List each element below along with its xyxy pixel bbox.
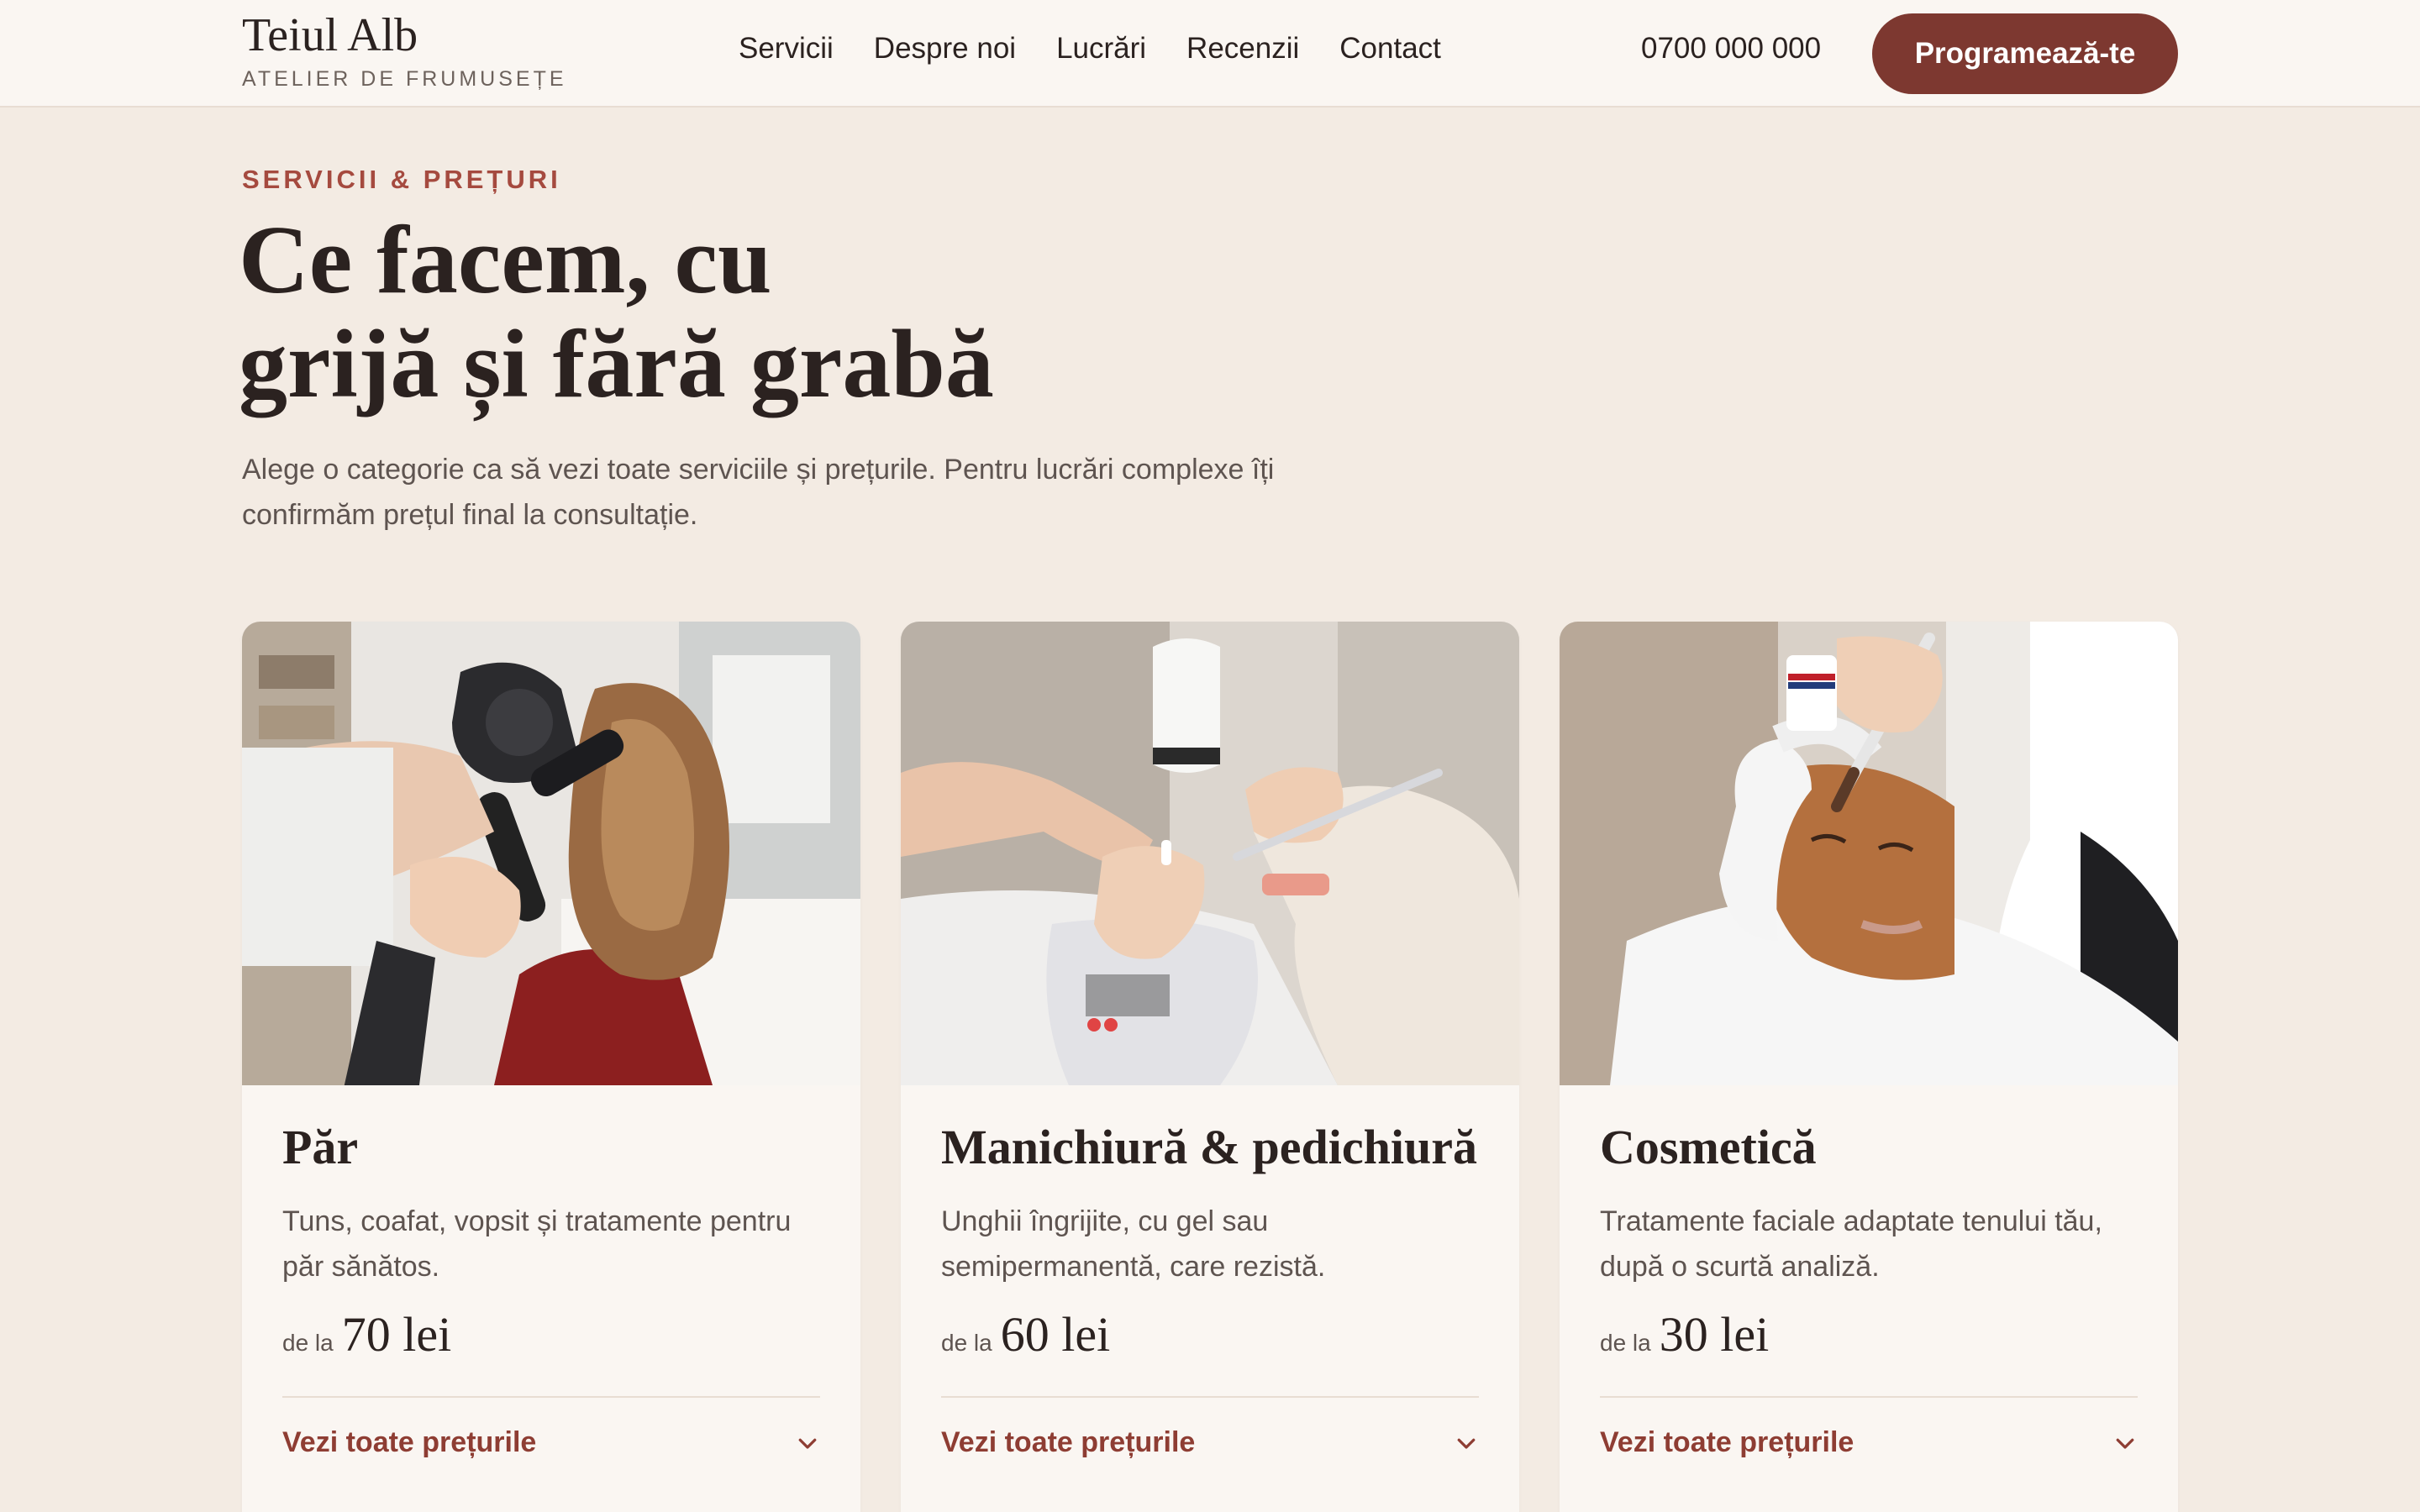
- nav-item-contact[interactable]: Contact: [1339, 32, 1441, 66]
- page-title-line-2: grijă și fără grabă: [239, 311, 994, 418]
- page-title: Ce facem, cu grijă și fără grabă: [239, 208, 1415, 417]
- price-prefix: de la: [282, 1330, 334, 1356]
- hair-styling-photo: [242, 622, 860, 1085]
- nav-item-lucrari[interactable]: Lucrări: [1056, 32, 1146, 66]
- manicure-photo: [901, 622, 1519, 1085]
- book-appointment-button[interactable]: Programează-te: [1872, 13, 2178, 94]
- toggle-label: Vezi toate prețurile: [282, 1426, 537, 1458]
- nav-item-despre-noi[interactable]: Despre noi: [874, 32, 1016, 66]
- price-value: 30 lei: [1659, 1307, 1770, 1362]
- view-prices-toggle-manichiura[interactable]: Vezi toate prețurile: [941, 1426, 1479, 1459]
- chevron-down-icon: [1457, 1438, 1476, 1449]
- card-title: Păr: [282, 1120, 359, 1174]
- section-intro: Alege o categorie ca să vezi toate servi…: [242, 454, 1275, 531]
- nav-item-recenzii[interactable]: Recenzii: [1186, 32, 1299, 66]
- price-prefix: de la: [941, 1330, 992, 1356]
- phone-link[interactable]: 0700 000 000: [1641, 32, 1821, 66]
- price-value: 70 lei: [341, 1307, 452, 1362]
- card-divider: [282, 1396, 820, 1398]
- service-card-cosmetica: Cosmetică Tratamente faciale adaptate te…: [1560, 622, 2178, 1512]
- site-header: Teiul Alb ATELIER DE FRUMUSEȚE Servicii …: [0, 0, 2420, 108]
- card-description: Tratamente faciale adaptate tenului tău,…: [1600, 1205, 2102, 1283]
- card-description: Tuns, coafat, vopsit și tratamente pentr…: [282, 1205, 792, 1283]
- facial-treatment-photo: [1560, 622, 2178, 1085]
- card-title: Manichiură & pedichiură: [941, 1120, 1478, 1174]
- section-eyebrow: SERVICII & PREȚURI: [242, 165, 561, 194]
- price-row: de la 60 lei: [941, 1306, 1479, 1362]
- chevron-down-icon: [798, 1438, 817, 1449]
- card-divider: [941, 1396, 1479, 1398]
- service-cards: Păr Tuns, coafat, vopsit și tratamente p…: [242, 622, 2178, 1512]
- brand-tagline: ATELIER DE FRUMUSEȚE: [242, 67, 567, 91]
- card-description: Unghii îngrijite, cu gel sau semipermane…: [941, 1205, 1326, 1283]
- page-title-line-1: Ce facem, cu: [239, 207, 772, 314]
- price-value: 60 lei: [1000, 1307, 1111, 1362]
- service-card-manichiura: Manichiură & pedichiură Unghii îngrijite…: [901, 622, 1519, 1512]
- price-row: de la 70 lei: [282, 1306, 820, 1362]
- brand-name[interactable]: Teiul Alb: [242, 8, 418, 62]
- chevron-down-icon: [2116, 1438, 2134, 1449]
- card-divider: [1600, 1396, 2138, 1398]
- nav-item-servicii[interactable]: Servicii: [739, 32, 834, 66]
- toggle-label: Vezi toate prețurile: [1600, 1426, 1854, 1458]
- main-nav: Servicii Despre noi Lucrări Recenzii Con…: [739, 32, 1441, 66]
- view-prices-toggle-cosmetica[interactable]: Vezi toate prețurile: [1600, 1426, 2138, 1459]
- price-row: de la 30 lei: [1600, 1306, 2138, 1362]
- service-card-par: Păr Tuns, coafat, vopsit și tratamente p…: [242, 622, 860, 1512]
- card-title: Cosmetică: [1600, 1120, 1817, 1174]
- price-prefix: de la: [1600, 1330, 1651, 1356]
- view-prices-toggle-par[interactable]: Vezi toate prețurile: [282, 1426, 820, 1459]
- toggle-label: Vezi toate prețurile: [941, 1426, 1196, 1458]
